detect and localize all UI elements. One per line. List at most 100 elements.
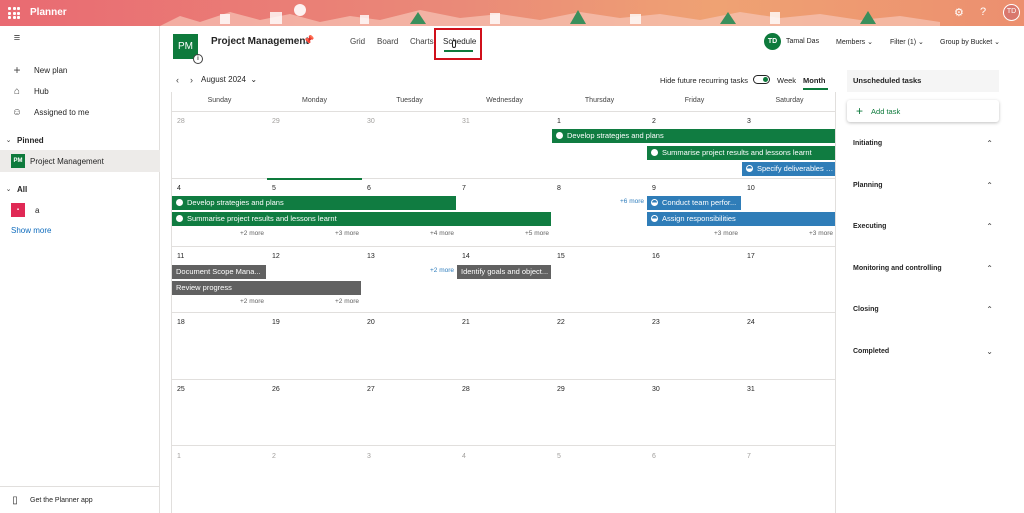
day-number[interactable]: 27 [367,386,375,393]
month-view-button[interactable]: Month [803,76,826,85]
day-number[interactable]: 11 [177,253,184,260]
day-number[interactable]: 15 [557,253,565,260]
task-bar[interactable]: Specify deliverables a... [742,162,835,176]
day-number[interactable]: 6 [367,185,371,192]
tab-board[interactable]: Board [377,37,398,46]
day-number[interactable]: 18 [177,319,185,326]
week-view-button[interactable]: Week [777,76,796,85]
day-number[interactable]: 29 [557,386,565,393]
tab-charts[interactable]: Charts [410,37,434,46]
task-bar[interactable]: Document Scope Mana... [172,265,266,279]
help-icon[interactable]: ? [980,6,986,18]
user-avatar[interactable]: TD [764,33,781,50]
day-number[interactable]: 6 [652,453,656,460]
day-number[interactable]: 13 [367,253,375,260]
day-number[interactable]: 23 [652,319,660,326]
month-picker[interactable]: August 2024 ⌄ [201,75,257,84]
app-title[interactable]: Planner [30,7,67,18]
filter-button[interactable]: Filter (1) ⌄ [890,38,924,46]
hide-recurring-toggle[interactable] [753,75,770,84]
next-month-button[interactable]: › [190,75,193,85]
day-number[interactable]: 30 [652,386,660,393]
bucket-monitoring[interactable]: Monitoring and controlling ⌃ [853,262,993,276]
day-number[interactable]: 3 [367,453,371,460]
day-number[interactable]: 20 [367,319,375,326]
more-link[interactable]: +5 more [525,230,549,237]
day-number[interactable]: 4 [462,453,466,460]
hamburger-menu[interactable]: ≡ [0,29,160,47]
members-button[interactable]: Members ⌄ [836,38,873,46]
day-number[interactable]: 5 [272,185,276,192]
bucket-initiating[interactable]: Initiating ⌃ [853,137,993,151]
pinned-section[interactable]: ⌄ Pinned [0,132,160,148]
bucket-closing[interactable]: Closing ⌃ [853,303,993,317]
group-by-button[interactable]: Group by Bucket ⌄ [940,38,1000,46]
nav-plan-a[interactable]: ▪ a [0,201,160,219]
day-number[interactable]: 28 [462,386,470,393]
day-number[interactable]: 1 [177,453,181,460]
day-number[interactable]: 21 [462,319,470,326]
day-number[interactable]: 7 [462,185,466,192]
app-launcher-icon[interactable] [8,7,20,19]
more-link[interactable]: +2 more [240,298,264,305]
day-number[interactable]: 3 [747,118,751,125]
more-link[interactable]: +2 more [335,298,359,305]
bucket-executing[interactable]: Executing ⌃ [853,220,993,234]
day-number[interactable]: 26 [272,386,280,393]
task-bar[interactable]: Assign responsibilities [647,212,835,226]
settings-icon[interactable]: ⚙ [954,6,964,19]
nav-hub[interactable]: ⌂ Hub [0,82,160,100]
add-task-button[interactable]: + Add task [847,100,999,122]
day-number[interactable]: 14 [462,253,470,260]
account-avatar[interactable]: TD [1003,4,1020,21]
show-more-link[interactable]: Show more [11,226,51,235]
day-number[interactable]: 31 [462,118,470,125]
day-number[interactable]: 2 [652,118,656,125]
task-bar[interactable]: Conduct team perfor... [647,196,741,210]
day-number[interactable]: 17 [747,253,755,260]
more-link[interactable]: +3 more [714,230,738,237]
day-number[interactable]: 9 [652,185,656,192]
task-bar[interactable]: Identify goals and object... [457,265,551,279]
more-link[interactable]: +4 more [430,230,454,237]
day-number[interactable]: 22 [557,319,565,326]
day-number[interactable]: 4 [177,185,181,192]
task-bar[interactable]: Summarise project results and lessons le… [172,212,551,226]
task-bar[interactable]: Develop strategies and plans [172,196,456,210]
bucket-planning[interactable]: Planning ⌃ [853,179,993,193]
day-number[interactable]: 12 [272,253,280,260]
day-number[interactable]: 30 [367,118,375,125]
day-number[interactable]: 2 [272,453,276,460]
nav-assigned-to-me[interactable]: ☺ Assigned to me [0,103,160,121]
info-icon[interactable]: i [193,54,203,64]
hamburger-icon[interactable]: ≡ [0,32,34,44]
day-number[interactable]: 24 [747,319,755,326]
tab-grid[interactable]: Grid [350,37,365,46]
nav-new-plan[interactable]: + New plan [0,61,160,79]
all-section[interactable]: ⌄ All [0,181,160,197]
day-number[interactable]: 19 [272,319,280,326]
day-number[interactable]: 5 [557,453,561,460]
task-bar[interactable]: Review progress [172,281,361,295]
task-bar[interactable]: Develop strategies and plans [552,129,835,143]
day-number[interactable]: 7 [747,453,751,460]
previous-month-button[interactable]: ‹ [176,75,179,85]
day-number[interactable]: 16 [652,253,660,260]
day-number[interactable]: 1 [557,118,561,125]
more-link[interactable]: +3 more [335,230,359,237]
more-link[interactable]: +2 more [430,267,454,274]
day-number[interactable]: 8 [557,185,561,192]
more-link[interactable]: +6 more [620,198,644,205]
more-link[interactable]: +2 more [240,230,264,237]
pin-icon[interactable]: 📌 [303,35,314,46]
day-number[interactable]: 29 [272,118,280,125]
plan-title[interactable]: Project Management [211,36,309,47]
day-number[interactable]: 31 [747,386,755,393]
nav-plan-project-management[interactable]: PM Project Management [0,150,160,172]
day-number[interactable]: 25 [177,386,185,393]
more-link[interactable]: +3 more [809,230,833,237]
day-number[interactable]: 28 [177,118,185,125]
get-app-link[interactable]: ▯ Get the Planner app [0,486,160,513]
task-bar[interactable]: Summarise project results and lessons le… [647,146,835,160]
bucket-completed[interactable]: Completed ⌄ [853,345,993,359]
